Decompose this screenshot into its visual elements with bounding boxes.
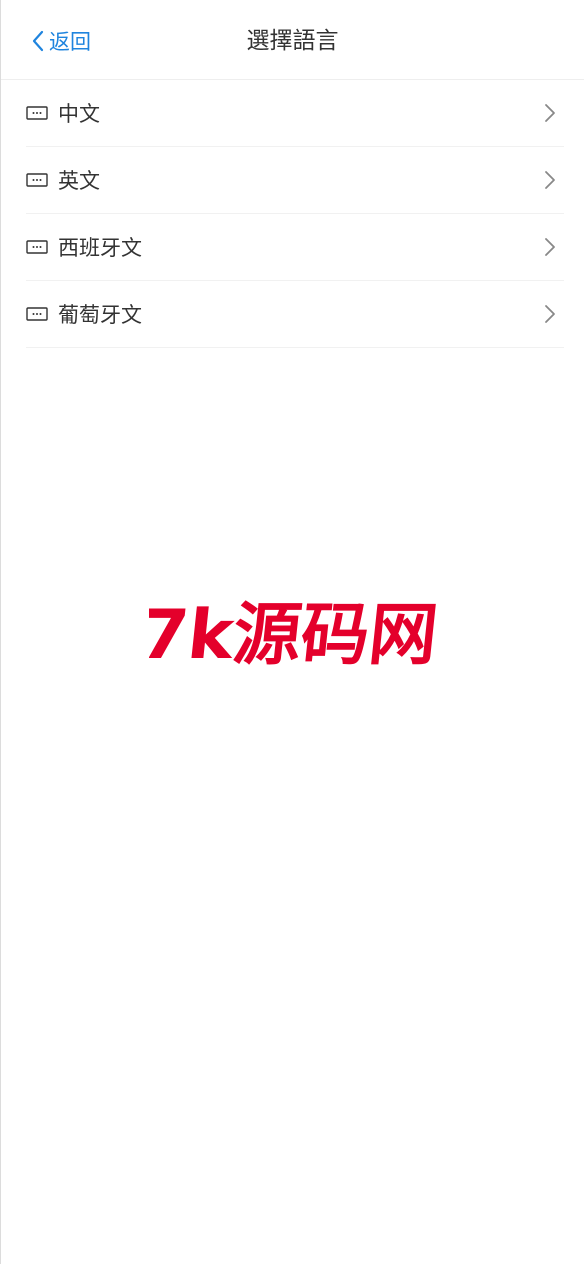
chevron-right-icon xyxy=(545,104,555,122)
language-item-label: 英文 xyxy=(58,169,100,193)
language-select-page: 返回 選擇語言 中文 英文 西班牙文 葡萄牙文 7k源码网 xyxy=(0,0,584,1264)
keyboard-icon xyxy=(26,239,48,255)
chevron-right-icon xyxy=(545,305,555,323)
keyboard-icon xyxy=(26,172,48,188)
chevron-right-icon xyxy=(545,238,555,256)
watermark-logo: 7k源码网 xyxy=(149,596,439,675)
keyboard-icon xyxy=(26,105,48,121)
language-item-portuguese[interactable]: 葡萄牙文 xyxy=(26,281,564,348)
chevron-right-icon xyxy=(545,171,555,189)
language-item-label: 中文 xyxy=(58,102,100,126)
language-item-english[interactable]: 英文 xyxy=(26,147,564,214)
language-list: 中文 英文 西班牙文 葡萄牙文 xyxy=(26,80,564,348)
language-item-spanish[interactable]: 西班牙文 xyxy=(26,214,564,281)
language-item-chinese[interactable]: 中文 xyxy=(26,80,564,147)
language-item-label: 西班牙文 xyxy=(58,236,142,260)
page-title: 選擇語言 xyxy=(246,28,339,54)
keyboard-icon xyxy=(26,306,48,322)
nav-bar: 返回 選擇語言 xyxy=(1,0,584,80)
svg-text:7k源码网: 7k源码网 xyxy=(149,596,439,675)
language-item-label: 葡萄牙文 xyxy=(58,303,142,327)
